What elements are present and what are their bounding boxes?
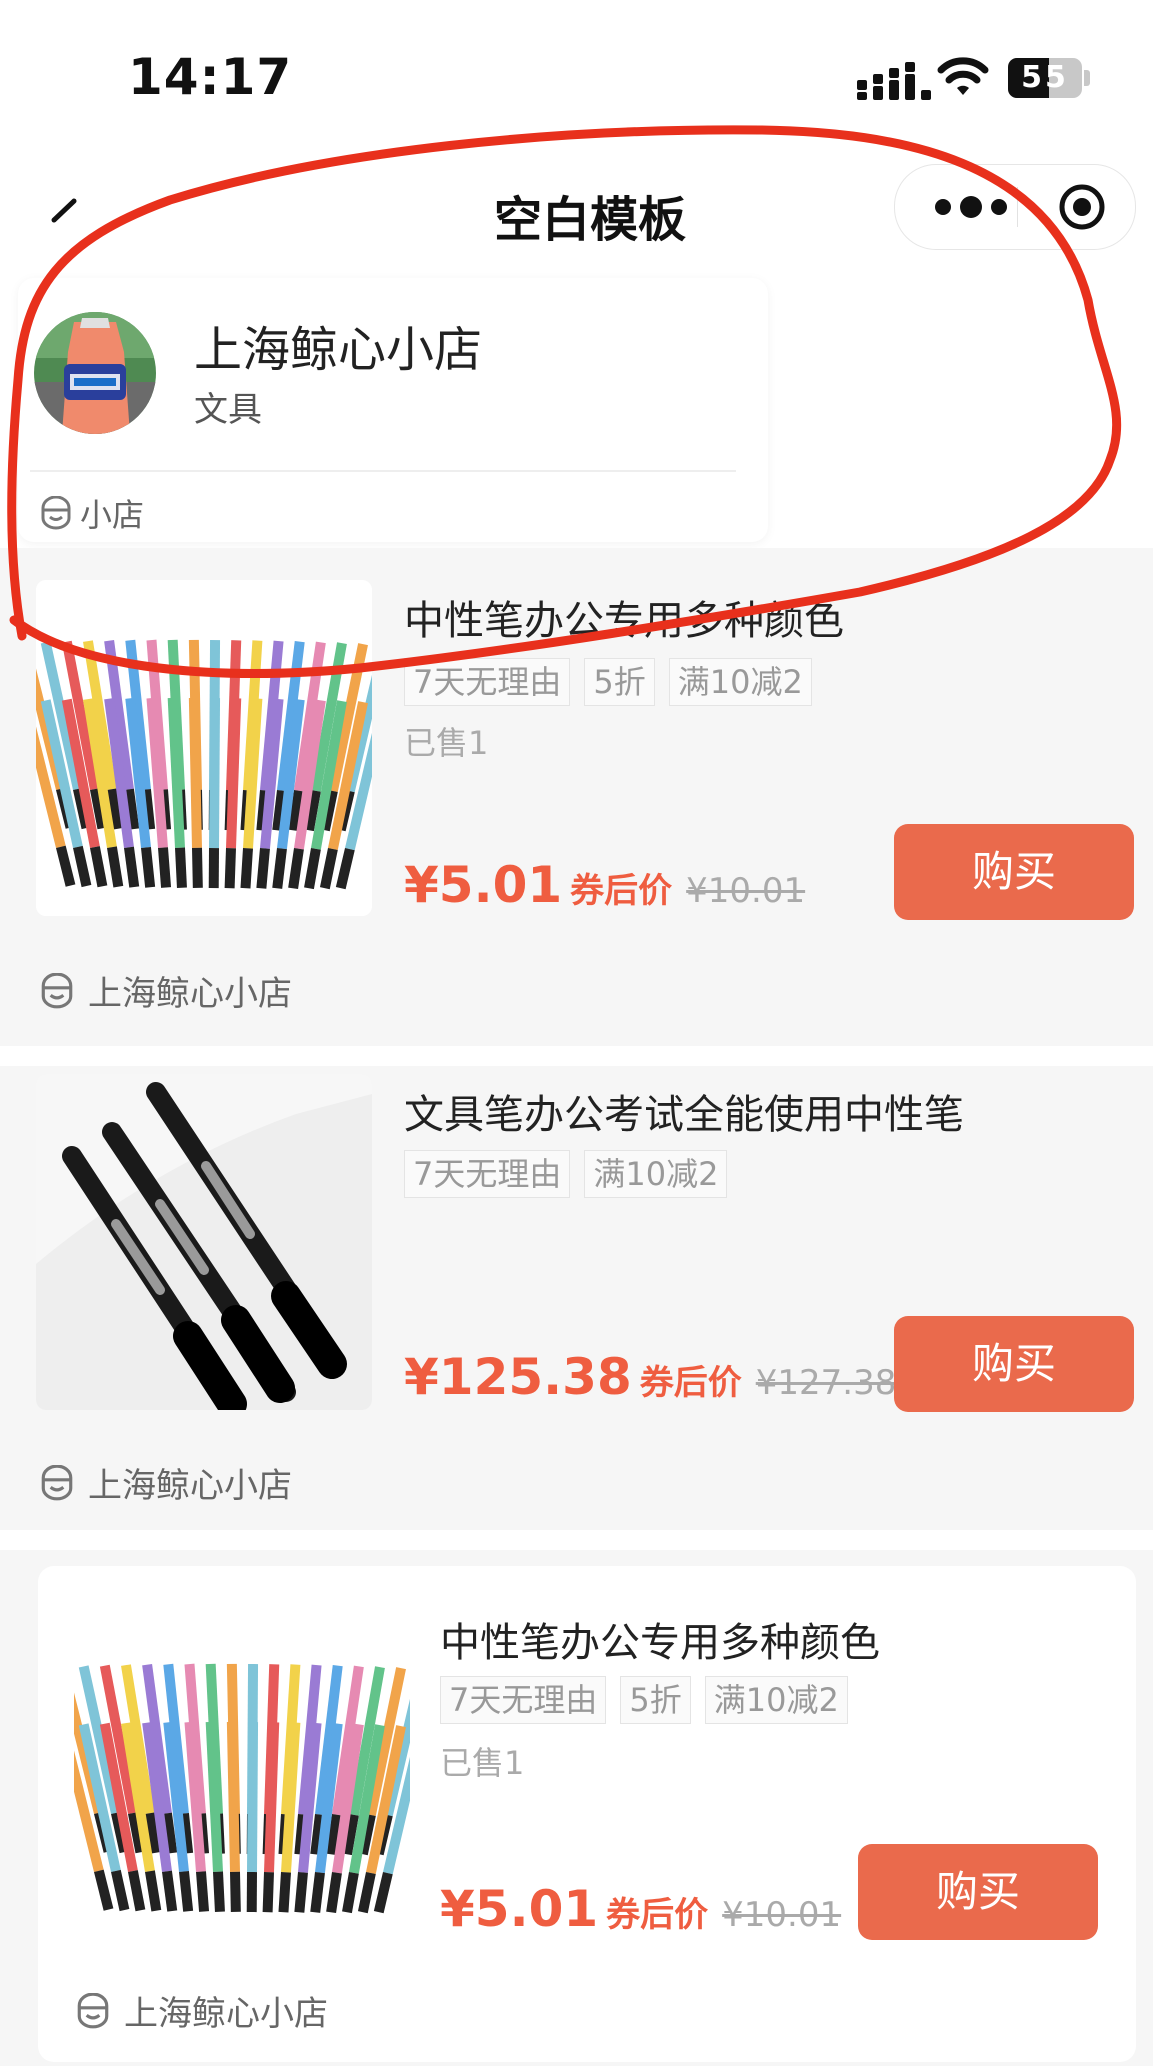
shop-icon <box>41 496 71 530</box>
buy-button[interactable]: 购买 <box>894 1316 1134 1412</box>
product-title[interactable]: 中性笔办公专用多种颜色 <box>440 1610 880 1668</box>
divider <box>0 1046 1153 1066</box>
store-link[interactable]: 上海鲸心小店 <box>38 966 292 1015</box>
shop-icon <box>41 972 73 1008</box>
product-image[interactable] <box>36 1074 372 1410</box>
shop-category: 文具 <box>194 390 262 430</box>
pen-bundle-image <box>74 1604 410 1940</box>
shop-icon <box>77 1992 109 2028</box>
shop-avatar <box>34 312 156 434</box>
sold-count: 已售1 <box>404 724 489 762</box>
shop-name: 上海鲸心小店 <box>194 322 483 378</box>
price-row: ¥5.01 券后价 ¥10.01 <box>440 1880 841 1938</box>
page-title: 空白模板 <box>493 192 686 248</box>
product-image[interactable] <box>36 580 372 916</box>
divider <box>0 1530 1153 1550</box>
wifi-icon <box>937 57 989 95</box>
shop-link-label: 小店 <box>80 496 145 534</box>
tag: 7天无理由 <box>404 1150 571 1198</box>
store-link[interactable]: 上海鲸心小店 <box>74 1986 328 2035</box>
price: ¥5.01 <box>404 856 563 914</box>
original-price: ¥10.01 <box>686 871 806 911</box>
price-row: ¥5.01 券后价 ¥10.01 <box>404 856 805 914</box>
tag-list: 7天无理由 满10减2 <box>404 1150 728 1198</box>
buy-button[interactable]: 购买 <box>858 1844 1098 1940</box>
buy-button[interactable]: 购买 <box>894 824 1134 920</box>
mini-program-capsule <box>894 164 1136 250</box>
tag: 满10减2 <box>704 1676 848 1724</box>
marker-pens-image <box>36 1074 372 1410</box>
coupon-label: 券后价 <box>570 871 673 911</box>
tag: 满10减2 <box>668 658 812 706</box>
tag: 5折 <box>584 658 655 706</box>
product-title[interactable]: 中性笔办公专用多种颜色 <box>404 588 844 646</box>
status-time: 14:17 <box>128 48 293 106</box>
target-icon[interactable] <box>1058 183 1106 231</box>
coupon-label: 券后价 <box>606 1895 709 1935</box>
tag: 7天无理由 <box>404 658 571 706</box>
shop-link[interactable]: 小店 <box>38 490 144 536</box>
product-title[interactable]: 文具笔办公考试全能使用中性笔 <box>404 1082 964 1140</box>
store-name: 上海鲸心小店 <box>124 1994 328 2034</box>
store-name: 上海鲸心小店 <box>88 1466 292 1506</box>
tag: 7天无理由 <box>440 1676 607 1724</box>
price: ¥125.38 <box>404 1348 632 1406</box>
tag: 5折 <box>620 1676 691 1724</box>
store-link[interactable]: 上海鲸心小店 <box>38 1458 292 1507</box>
original-price: ¥127.38 <box>755 1363 897 1403</box>
chevron-left-icon[interactable] <box>44 195 88 245</box>
store-name: 上海鲸心小店 <box>88 974 292 1014</box>
price-row: ¥125.38 券后价 ¥127.38 <box>404 1348 896 1406</box>
shop-icon <box>41 1464 73 1500</box>
coupon-label: 券后价 <box>639 1363 742 1403</box>
product-image[interactable] <box>74 1604 410 1940</box>
more-dots-icon[interactable] <box>929 195 1013 219</box>
divider <box>30 470 736 472</box>
original-price: ¥10.01 <box>722 1895 842 1935</box>
sold-count: 已售1 <box>440 1744 525 1782</box>
capsule-divider <box>1017 187 1018 227</box>
tag-list: 7天无理由 5折 满10减2 <box>440 1676 848 1724</box>
battery-icon: 55 <box>1008 58 1094 98</box>
tag: 满10减2 <box>584 1150 728 1198</box>
battery-level: 55 <box>1021 60 1069 95</box>
pen-bundle-image <box>36 580 372 916</box>
cellular-signal-icon <box>857 62 931 100</box>
tag-list: 7天无理由 5折 满10减2 <box>404 658 812 706</box>
price: ¥5.01 <box>440 1880 599 1938</box>
